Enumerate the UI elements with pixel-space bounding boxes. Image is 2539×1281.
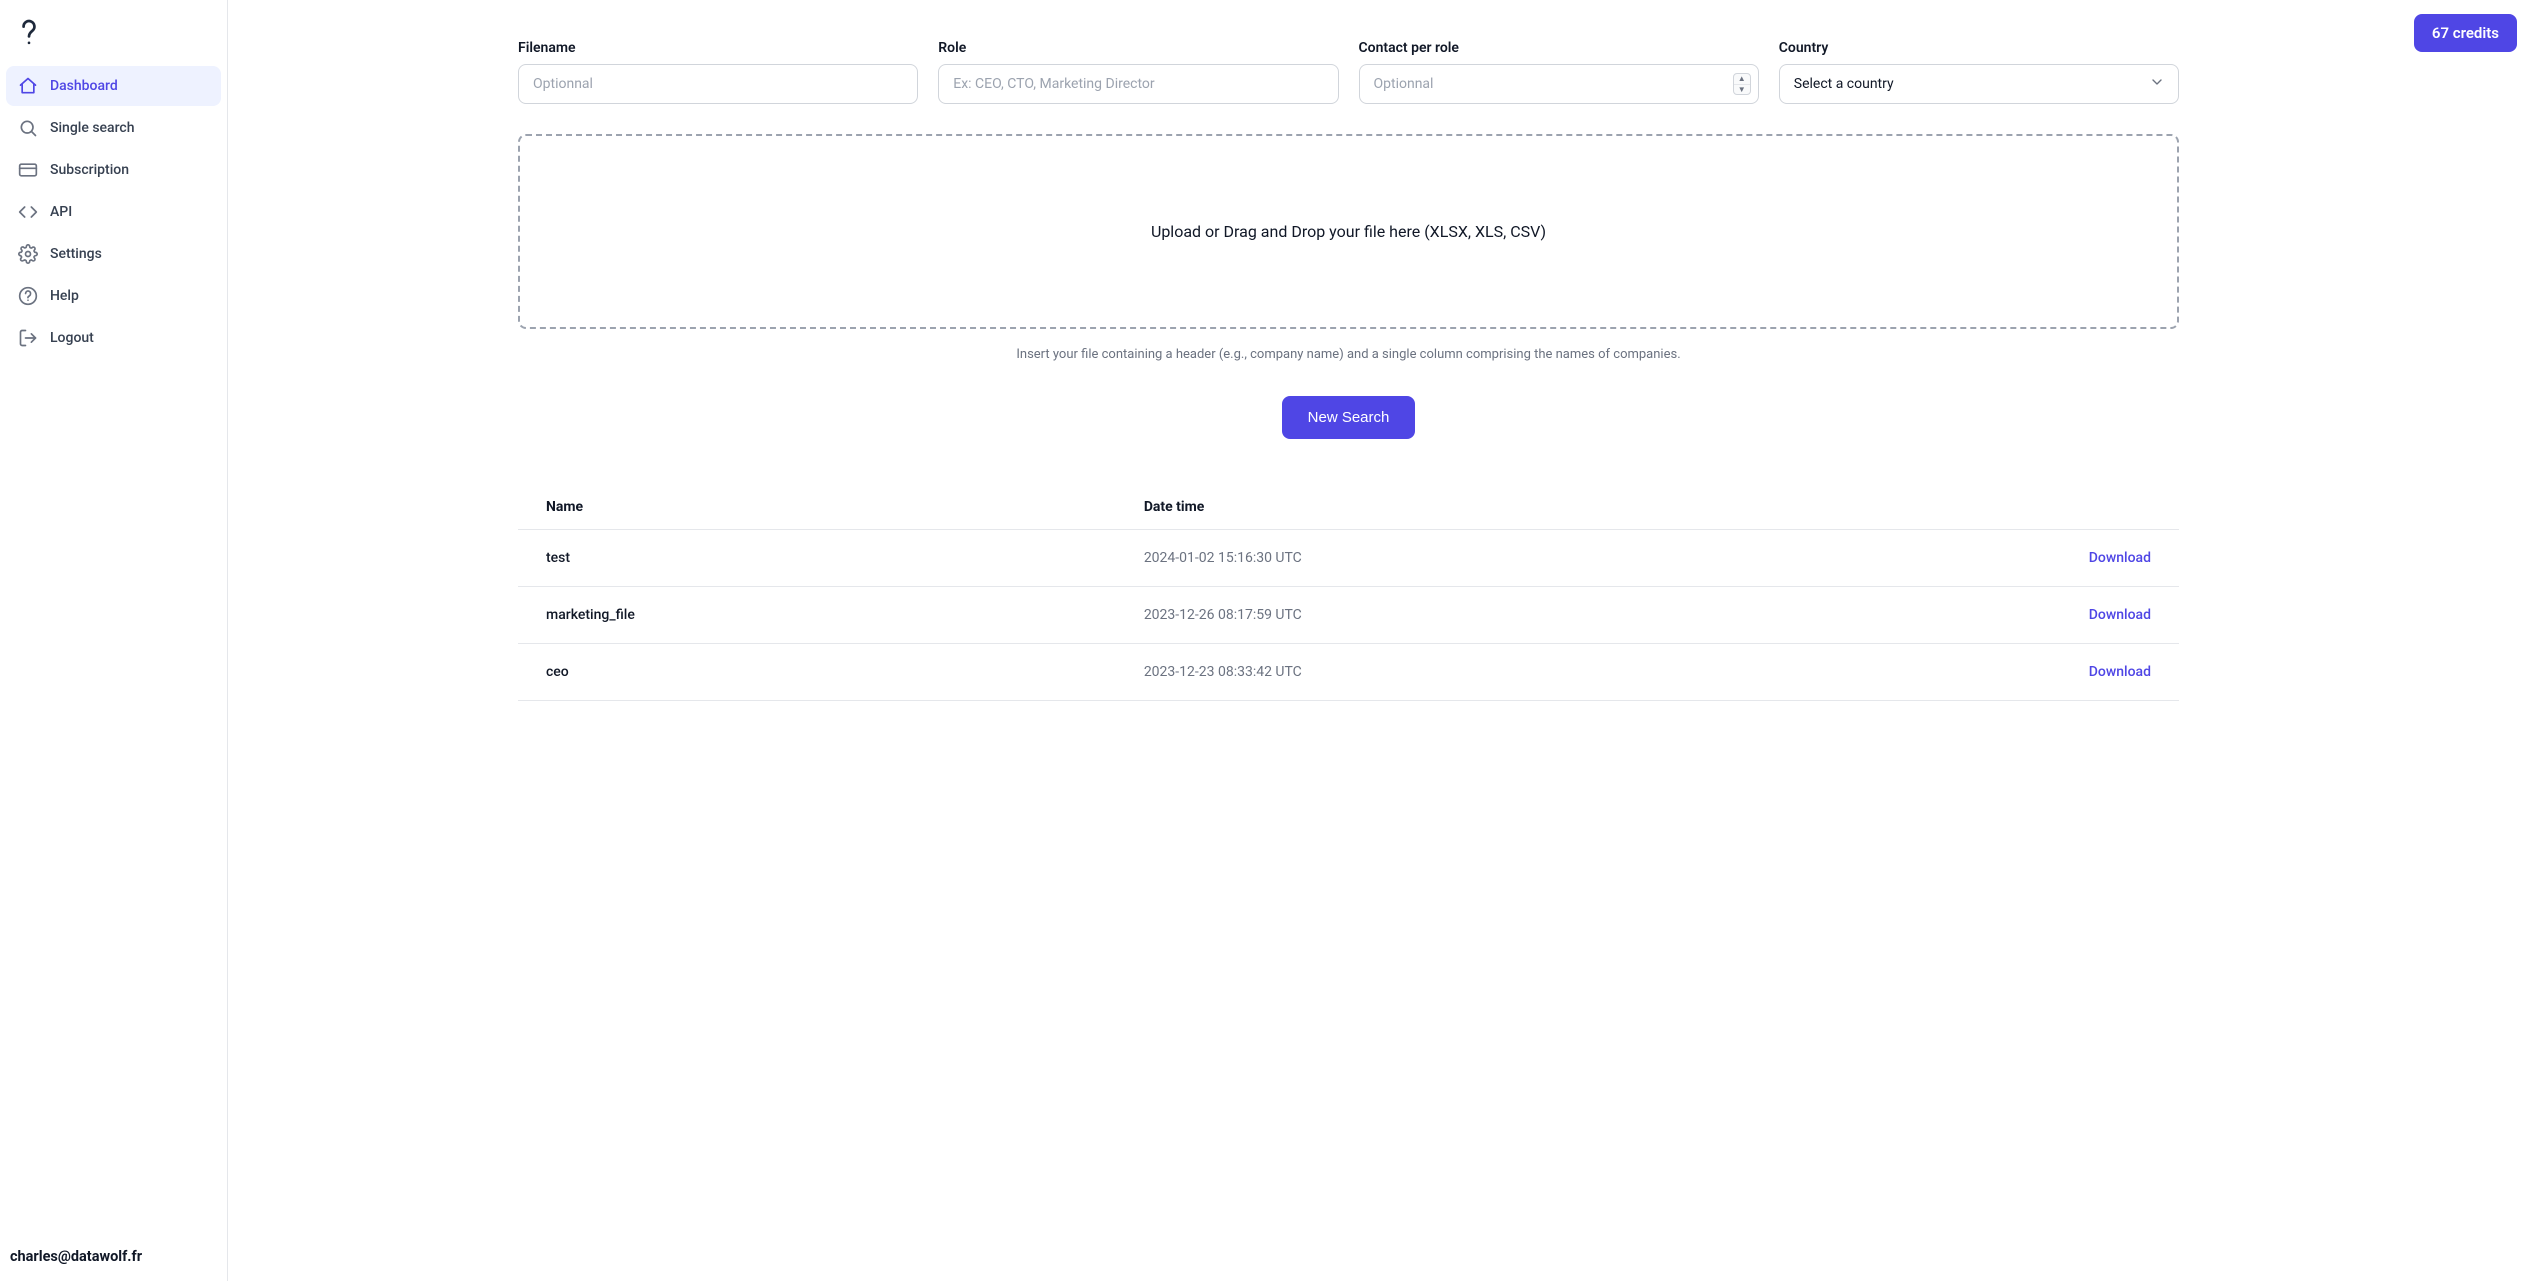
table-row: test 2024-01-02 15:16:30 UTC Download [518,530,2179,587]
code-icon [18,202,38,222]
country-select-value: Select a country [1794,76,1894,92]
filename-field: Filename [518,40,918,104]
sidebar-item-help[interactable]: Help [6,276,221,316]
file-dropzone[interactable]: Upload or Drag and Drop your file here (… [518,134,2179,329]
country-field: Country Select a country [1779,40,2179,104]
sidebar-item-label: Logout [50,330,94,346]
sidebar-item-logout[interactable]: Logout [6,318,221,358]
number-stepper[interactable]: ▲ ▼ [1733,73,1751,95]
sidebar-item-label: Settings [50,246,102,262]
row-datetime: 2023-12-26 08:17:59 UTC [1116,587,1999,644]
country-label: Country [1779,40,2179,56]
chevron-down-icon[interactable]: ▼ [1734,85,1750,95]
country-select[interactable]: Select a country [1779,64,2179,104]
row-datetime: 2024-01-02 15:16:30 UTC [1116,530,1999,587]
sidebar-item-label: Subscription [50,162,129,178]
logout-icon [18,328,38,348]
filename-input[interactable] [518,64,918,104]
help-icon [18,286,38,306]
role-label: Role [938,40,1338,56]
gear-icon [18,244,38,264]
role-input[interactable] [938,64,1338,104]
contact-per-role-label: Contact per role [1359,40,1759,56]
sidebar-item-dashboard[interactable]: Dashboard [6,66,221,106]
question-mark-icon [16,16,42,48]
filename-label: Filename [518,40,918,56]
dropzone-hint: Insert your file containing a header (e.… [518,347,2179,362]
table-row: marketing_file 2023-12-26 08:17:59 UTC D… [518,587,2179,644]
download-link[interactable]: Download [2089,664,2151,680]
credit-card-icon [18,160,38,180]
download-link[interactable]: Download [2089,550,2151,566]
new-search-button[interactable]: New Search [1282,396,1416,439]
chevron-up-icon[interactable]: ▲ [1734,74,1750,85]
sidebar-item-settings[interactable]: Settings [6,234,221,274]
role-field: Role [938,40,1338,104]
column-header-datetime: Date time [1116,485,1999,530]
row-datetime: 2023-12-23 08:33:42 UTC [1116,644,1999,701]
sidebar-nav: Dashboard Single search Subscription API [6,66,221,358]
download-link[interactable]: Download [2089,607,2151,623]
sidebar-item-single-search[interactable]: Single search [6,108,221,148]
credits-badge[interactable]: 67 credits [2414,14,2517,52]
sidebar: Dashboard Single search Subscription API [0,0,228,1281]
row-name: test [518,530,1116,587]
search-icon [18,118,38,138]
column-header-name: Name [518,485,1116,530]
app-logo[interactable] [6,12,221,66]
sidebar-item-label: API [50,204,72,220]
sidebar-item-label: Help [50,288,79,304]
sidebar-item-label: Dashboard [50,78,118,94]
sidebar-item-api[interactable]: API [6,192,221,232]
table-row: ceo 2023-12-23 08:33:42 UTC Download [518,644,2179,701]
row-name: ceo [518,644,1116,701]
contact-per-role-input[interactable] [1359,64,1759,104]
dropzone-text: Upload or Drag and Drop your file here (… [1151,222,1546,241]
column-header-actions [1999,485,2179,530]
row-name: marketing_file [518,587,1116,644]
home-icon [18,76,38,96]
main-content: 67 credits Filename Role Contact per rol… [228,0,2539,1281]
sidebar-item-subscription[interactable]: Subscription [6,150,221,190]
searches-table: Name Date time test 2024-01-02 15:16:30 … [518,485,2179,701]
search-form: Filename Role Contact per role ▲ ▼ Count… [518,40,2179,104]
sidebar-item-label: Single search [50,120,134,136]
contact-per-role-field: Contact per role ▲ ▼ [1359,40,1759,104]
account-email: charles@datawolf.fr [6,1236,221,1269]
